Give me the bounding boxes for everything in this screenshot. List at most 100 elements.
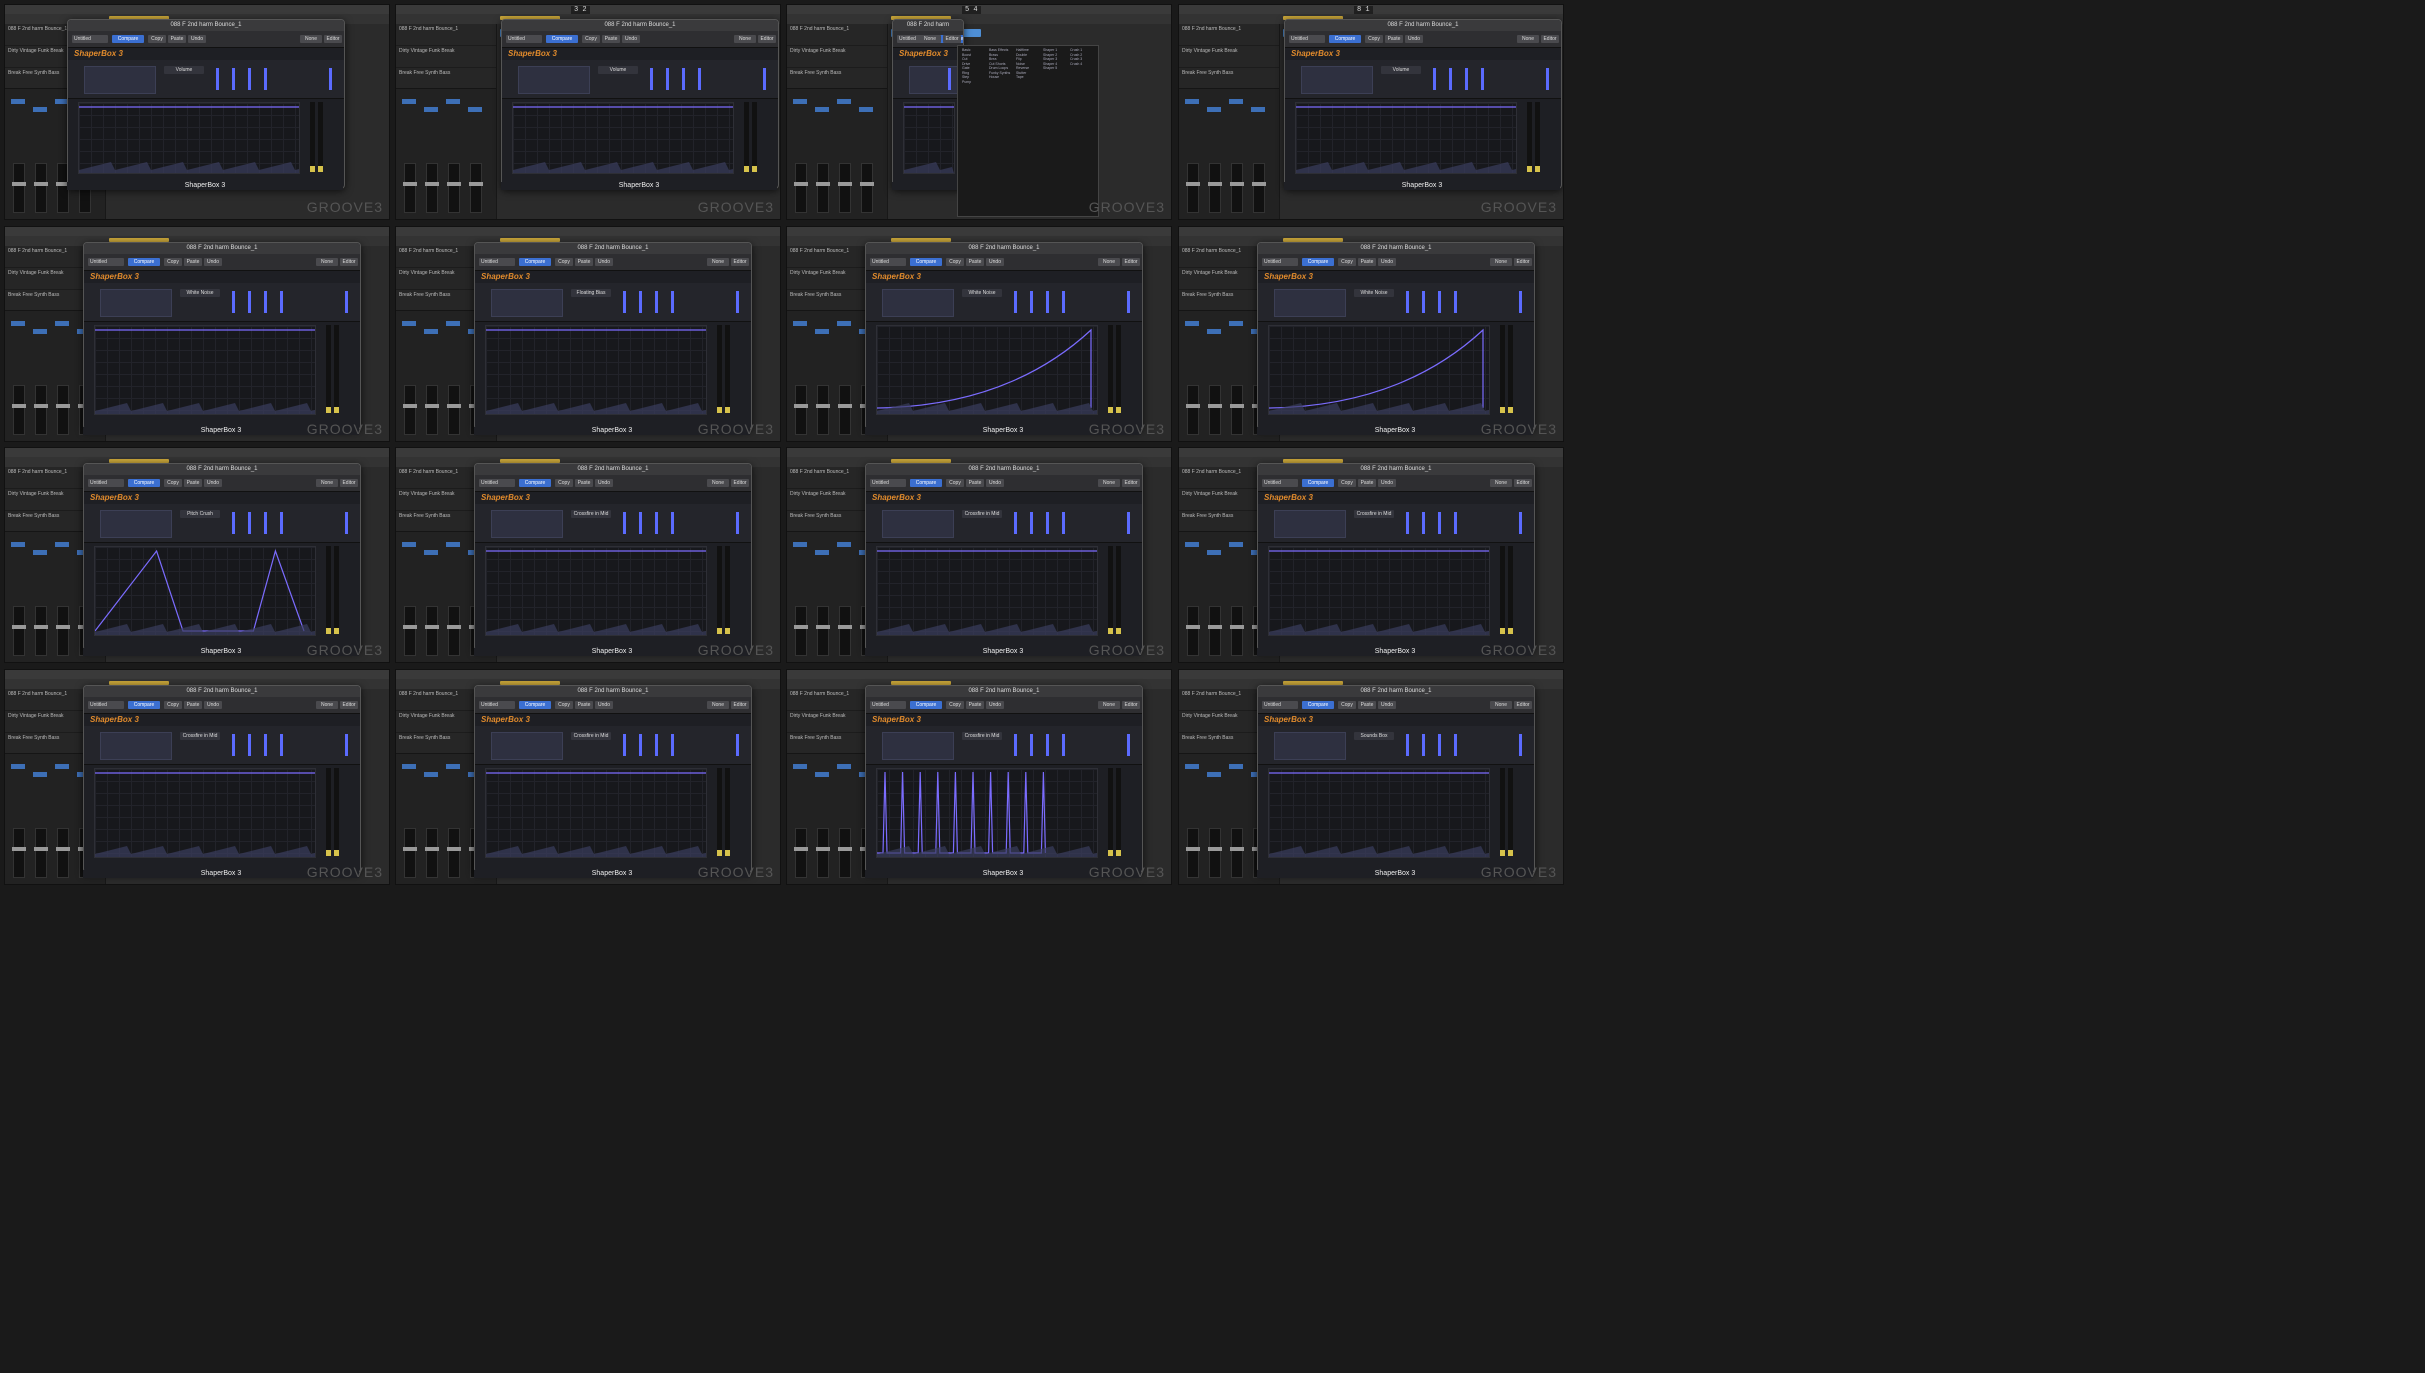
envelope-line[interactable] xyxy=(95,549,305,632)
volume-fader[interactable] xyxy=(1208,828,1222,878)
waveform-preview[interactable] xyxy=(1274,510,1346,538)
parameter-slider[interactable] xyxy=(1046,734,1049,756)
track-header[interactable]: Break Free Synth Bass xyxy=(787,68,887,90)
paste-button[interactable]: Paste xyxy=(1358,479,1376,487)
parameter-slider[interactable] xyxy=(232,734,235,756)
preset-name-field[interactable]: Untitled xyxy=(72,35,108,43)
copy-button[interactable]: Copy xyxy=(555,701,573,709)
volume-fader[interactable] xyxy=(1186,385,1200,435)
preset-name-field[interactable]: Untitled xyxy=(1289,35,1325,43)
volume-fader[interactable] xyxy=(12,606,26,656)
envelope-editor[interactable] xyxy=(94,768,316,858)
envelope-curve[interactable] xyxy=(877,769,1097,857)
envelope-editor[interactable] xyxy=(876,768,1098,858)
parameter-slider[interactable] xyxy=(1014,734,1017,756)
plugin-insert-slot[interactable] xyxy=(1185,542,1199,547)
parameter-slider[interactable] xyxy=(1454,291,1457,313)
plugin-insert-slot[interactable] xyxy=(402,99,416,104)
preset-name-field[interactable]: Untitled xyxy=(479,701,515,709)
waveform-preview[interactable] xyxy=(491,732,563,760)
track-header[interactable]: 088 F 2nd harm Bounce_1 xyxy=(787,24,887,46)
view-select[interactable]: Editor xyxy=(943,35,961,43)
sidechain-select[interactable]: None xyxy=(707,258,729,266)
view-select[interactable]: Editor xyxy=(1122,258,1140,266)
plugin-insert-slot[interactable] xyxy=(1207,772,1221,777)
compare-button[interactable]: Compare xyxy=(1302,701,1334,709)
waveform-preview[interactable] xyxy=(882,510,954,538)
shaper-mode-select[interactable]: Crossfire in Mid xyxy=(571,510,611,518)
track-header[interactable]: Dirty Vintage Funk Break xyxy=(396,46,496,68)
parameter-slider[interactable] xyxy=(216,68,219,90)
parameter-slider[interactable] xyxy=(1438,734,1441,756)
shaper-mode-select[interactable]: Volume xyxy=(1381,66,1421,74)
shaper-mode-select[interactable]: Volume xyxy=(598,66,638,74)
plugin-insert-slot[interactable] xyxy=(446,321,460,326)
volume-fader[interactable] xyxy=(403,606,417,656)
parameter-slider[interactable] xyxy=(1046,512,1049,534)
plugin-insert-slot[interactable] xyxy=(815,772,829,777)
plugin-insert-slot[interactable] xyxy=(1207,329,1221,334)
undo-button[interactable]: Undo xyxy=(1405,35,1423,43)
sidechain-select[interactable]: None xyxy=(734,35,756,43)
view-select[interactable]: Editor xyxy=(758,35,776,43)
compare-button[interactable]: Compare xyxy=(519,479,551,487)
shaper-mode-select[interactable]: Volume xyxy=(164,66,204,74)
undo-button[interactable]: Undo xyxy=(1378,701,1396,709)
plugin-insert-slot[interactable] xyxy=(55,542,69,547)
waveform-preview[interactable] xyxy=(882,289,954,317)
preset-name-field[interactable]: Untitled xyxy=(479,258,515,266)
envelope-editor[interactable] xyxy=(485,546,707,636)
envelope-editor[interactable] xyxy=(1295,102,1517,174)
parameter-slider[interactable] xyxy=(1030,512,1033,534)
sidechain-select[interactable]: None xyxy=(316,258,338,266)
output-slider[interactable] xyxy=(763,68,766,90)
sidechain-select[interactable]: None xyxy=(1490,479,1512,487)
parameter-slider[interactable] xyxy=(232,68,235,90)
parameter-slider[interactable] xyxy=(666,68,669,90)
sidechain-select[interactable]: None xyxy=(1098,258,1120,266)
waveform-preview[interactable] xyxy=(1301,66,1373,94)
volume-fader[interactable] xyxy=(794,606,808,656)
parameter-slider[interactable] xyxy=(650,68,653,90)
volume-fader[interactable] xyxy=(816,606,830,656)
undo-button[interactable]: Undo xyxy=(595,479,613,487)
parameter-slider[interactable] xyxy=(655,734,658,756)
undo-button[interactable]: Undo xyxy=(595,258,613,266)
output-slider[interactable] xyxy=(948,68,951,90)
preset-name-field[interactable]: Untitled xyxy=(88,701,124,709)
preset-name-field[interactable]: Untitled xyxy=(870,701,906,709)
envelope-curve[interactable] xyxy=(95,769,315,857)
envelope-curve[interactable] xyxy=(877,326,1097,414)
parameter-slider[interactable] xyxy=(248,512,251,534)
volume-fader[interactable] xyxy=(1186,163,1200,213)
envelope-editor[interactable] xyxy=(485,768,707,858)
plugin-insert-slot[interactable] xyxy=(11,321,25,326)
envelope-editor[interactable] xyxy=(94,546,316,636)
plugin-insert-slot[interactable] xyxy=(793,321,807,326)
parameter-slider[interactable] xyxy=(698,68,701,90)
view-select[interactable]: Editor xyxy=(1514,701,1532,709)
volume-fader[interactable] xyxy=(12,385,26,435)
preset-column[interactable]: Crush 1 Crush 2 Crush 3 Crush 4 xyxy=(1070,48,1082,66)
paste-button[interactable]: Paste xyxy=(575,479,593,487)
copy-button[interactable]: Copy xyxy=(1338,258,1356,266)
sidechain-select[interactable]: None xyxy=(919,35,941,43)
shaper-mode-select[interactable]: Sounds Box xyxy=(1354,732,1394,740)
copy-button[interactable]: Copy xyxy=(1338,701,1356,709)
compare-button[interactable]: Compare xyxy=(910,258,942,266)
preset-name-field[interactable]: Untitled xyxy=(870,479,906,487)
volume-fader[interactable] xyxy=(56,828,70,878)
sidechain-select[interactable]: None xyxy=(316,701,338,709)
sidechain-select[interactable]: None xyxy=(707,701,729,709)
volume-fader[interactable] xyxy=(1186,606,1200,656)
view-select[interactable]: Editor xyxy=(1122,479,1140,487)
waveform-preview[interactable] xyxy=(100,510,172,538)
parameter-slider[interactable] xyxy=(1030,291,1033,313)
shaper-mode-select[interactable]: Crossfire in Mid xyxy=(180,732,220,740)
track-header[interactable]: Dirty Vintage Funk Break xyxy=(1179,46,1279,68)
plugin-insert-slot[interactable] xyxy=(55,764,69,769)
parameter-slider[interactable] xyxy=(280,734,283,756)
shaper-mode-select[interactable]: Pitch Crush xyxy=(180,510,220,518)
envelope-editor[interactable] xyxy=(1268,325,1490,415)
parameter-slider[interactable] xyxy=(1406,512,1409,534)
